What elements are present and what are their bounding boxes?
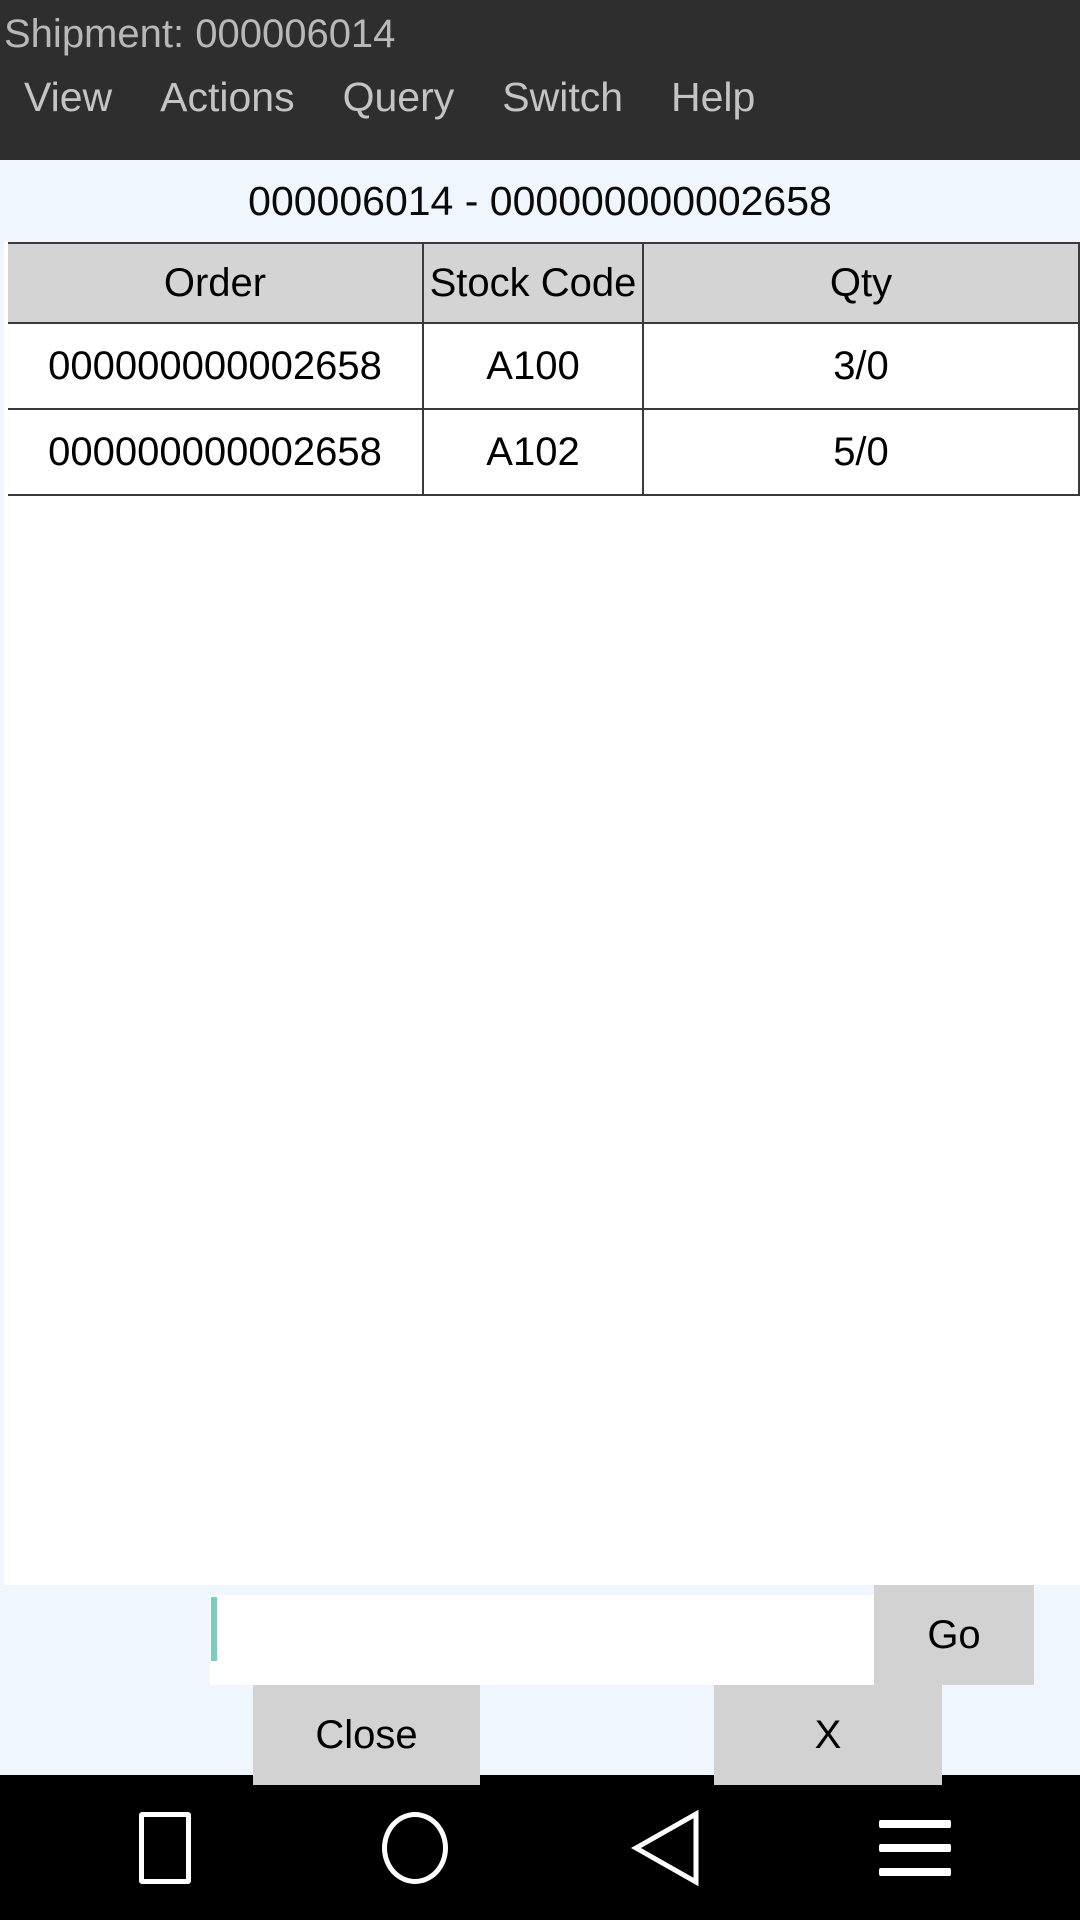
menu-item-help[interactable]: Help (671, 62, 755, 132)
table-empty-space (8, 496, 1080, 1585)
circle-icon (382, 1811, 448, 1884)
table-body: 000000000002658 A100 3/0 000000000002658… (8, 322, 1080, 496)
scan-input[interactable] (210, 1595, 875, 1685)
cell-qty: 3/0 (643, 322, 1080, 410)
menu-item-view[interactable]: View (24, 62, 112, 132)
screen-title: 000006014 - 000000000002658 (248, 177, 832, 224)
menu-bar: View Actions Query Switch Help (0, 62, 1080, 132)
text-cursor (211, 1597, 217, 1661)
android-navigation-bar (0, 1775, 1080, 1920)
menu-button[interactable] (855, 1788, 975, 1908)
app-window: Shipment: 000006014 View Actions Query S… (0, 0, 1080, 1920)
table-header: Order Stock Code Qty (8, 242, 1080, 324)
bottom-action-bar: Go Close X (0, 1585, 1080, 1785)
column-header-order[interactable]: Order (8, 242, 424, 324)
hamburger-menu-icon (879, 1819, 951, 1876)
column-header-stock-code[interactable]: Stock Code (423, 242, 644, 324)
cell-qty: 5/0 (643, 408, 1080, 496)
square-icon (139, 1811, 191, 1884)
table-row[interactable]: 000000000002658 A100 3/0 (8, 322, 1080, 410)
recents-button[interactable] (105, 1788, 225, 1908)
order-table-container: Order Stock Code Qty 000000000002658 A10… (0, 242, 1080, 1585)
table-row[interactable]: 000000000002658 A102 5/0 (8, 408, 1080, 496)
go-button[interactable]: Go (874, 1585, 1034, 1685)
cell-stock-code: A100 (423, 322, 644, 410)
home-button[interactable] (355, 1788, 475, 1908)
menu-item-query[interactable]: Query (343, 62, 455, 132)
app-header: Shipment: 000006014 View Actions Query S… (0, 0, 1080, 160)
menu-item-actions[interactable]: Actions (160, 62, 294, 132)
cell-order: 000000000002658 (8, 322, 424, 410)
cell-stock-code: A102 (423, 408, 644, 496)
close-button[interactable]: Close (253, 1685, 480, 1785)
cell-order: 000000000002658 (8, 408, 424, 496)
menu-item-switch[interactable]: Switch (502, 62, 623, 132)
screen-title-bar: 000006014 - 000000000002658 (0, 160, 1080, 242)
back-button[interactable] (605, 1788, 725, 1908)
order-table: Order Stock Code Qty 000000000002658 A10… (8, 242, 1080, 496)
back-triangle-icon (628, 1808, 702, 1888)
column-header-qty[interactable]: Qty (643, 242, 1080, 324)
clear-button[interactable]: X (714, 1685, 942, 1785)
page-title: Shipment: 000006014 (4, 12, 396, 56)
table-header-row: Order Stock Code Qty (8, 242, 1080, 324)
